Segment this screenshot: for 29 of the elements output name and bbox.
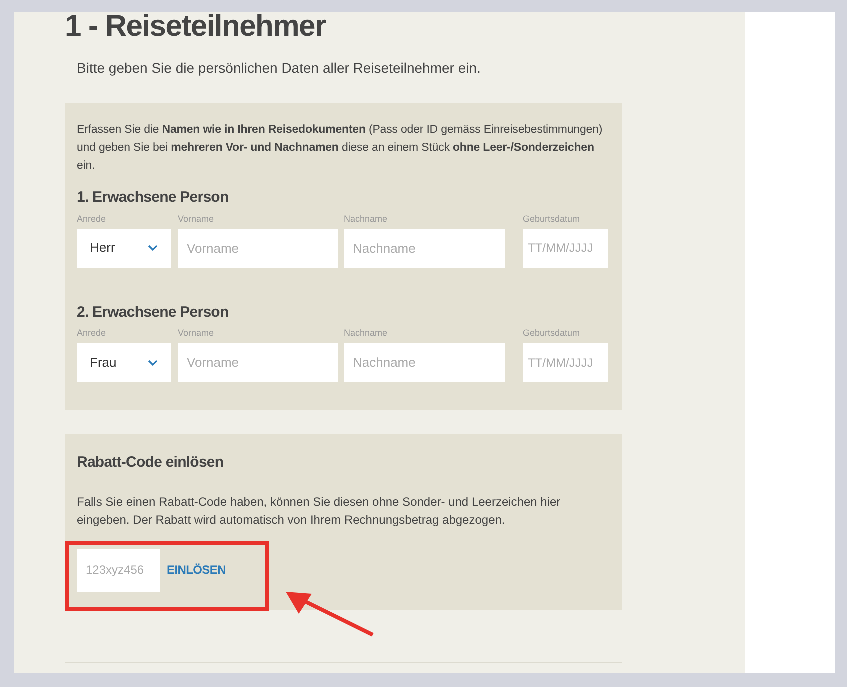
person-heading: 1. Erwachsene Person xyxy=(77,188,230,208)
input-field[interactable]: Nachname xyxy=(344,343,505,382)
field-label: Anrede xyxy=(77,212,108,224)
discount-text: Falls Sie einen Rabatt-Code haben, können Sie diesen ohne Sonder- und Leerzeichen hier eingeben. Der Rabatt wird automatisch von Ihrem Rechnungsbetrag abgezogen. xyxy=(77,494,562,528)
discount-code-field[interactable]: 123xyz456 xyxy=(77,548,160,592)
input-field[interactable]: Nachname xyxy=(344,228,505,268)
dropdown-value: Herr xyxy=(90,239,116,258)
field-label: Anrede xyxy=(77,327,108,339)
dropdown-value: Frau xyxy=(90,354,117,372)
field-label: Nachname xyxy=(344,212,389,224)
discount-heading: Rabatt-Code einlösen xyxy=(77,453,225,473)
input-field[interactable]: Vorname xyxy=(178,343,338,382)
date-field[interactable]: TT/MM/JJJJ xyxy=(523,343,608,382)
chevron-down-icon xyxy=(148,360,158,366)
notice-text: Erfassen Sie die Namen wie in Ihren Reisedokumenten (Pass oder ID gemäss Einreisebestimmungen) und geben Sie bei mehreren Vor- und Nachnamen diese an einem Stück ohne Leer-/Sonderzeichen ein. xyxy=(77,123,604,174)
intro-text: Bitte geben Sie die persönlichen Daten aller Reiseteilnehmer ein. xyxy=(77,59,482,78)
field-label: Vorname xyxy=(178,327,216,339)
person-heading: 2. Erwachsene Person xyxy=(77,302,230,322)
field-label: Nachname xyxy=(344,327,389,339)
input-field[interactable]: Vorname xyxy=(178,228,338,268)
salutation-dropdown[interactable]: Herr xyxy=(77,228,171,268)
field-label: Vorname xyxy=(178,212,216,224)
date-field[interactable]: TT/MM/JJJJ xyxy=(523,228,608,268)
redeem-link[interactable]: EINLÖSEN xyxy=(167,561,226,579)
field-label: Geburtsdatum xyxy=(523,212,582,224)
field-label: Geburtsdatum xyxy=(523,327,582,339)
page-heading: 1 - Reiseteilnehmer xyxy=(65,12,328,42)
salutation-dropdown[interactable]: Frau xyxy=(77,343,171,382)
chevron-down-icon xyxy=(148,245,158,251)
